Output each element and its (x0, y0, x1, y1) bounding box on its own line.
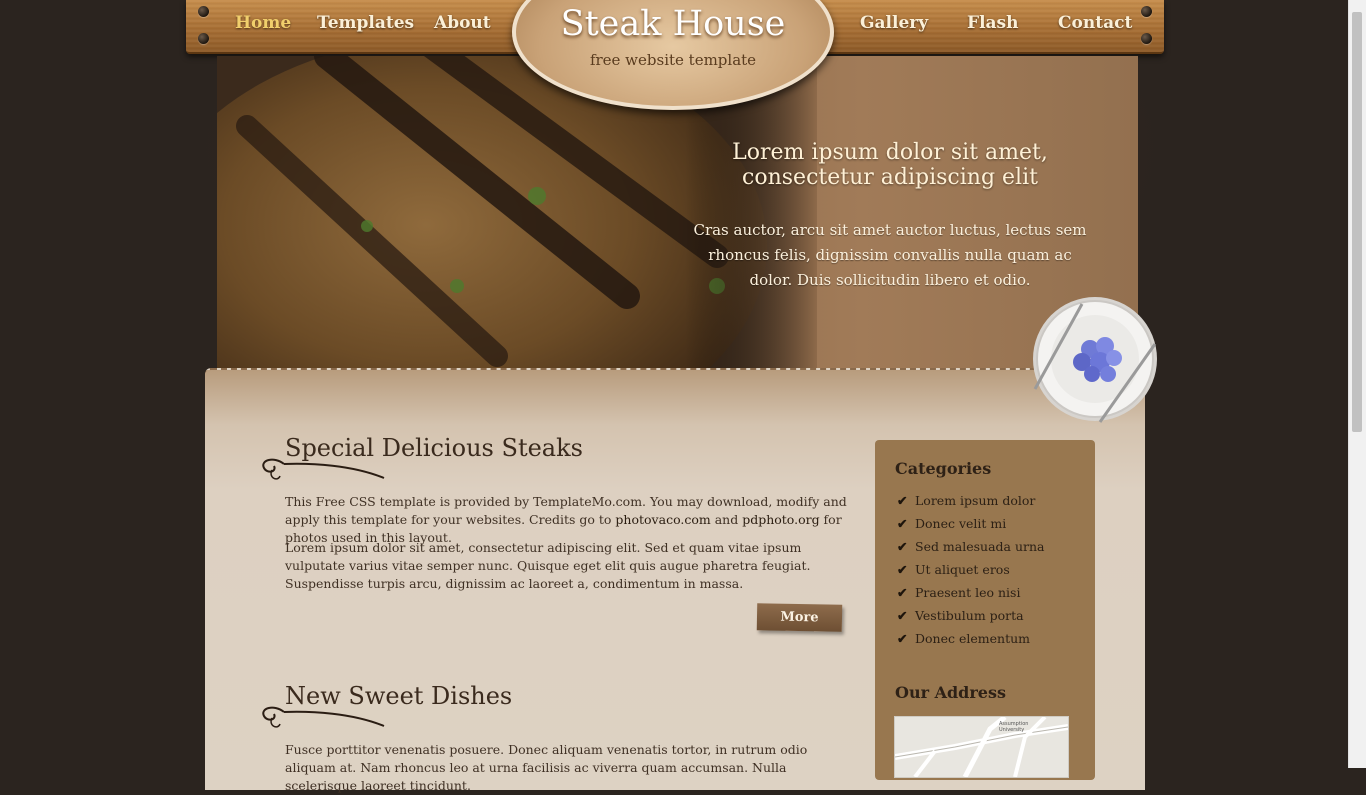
category-item[interactable]: ✔ Vestibulum porta (897, 608, 1024, 623)
check-icon: ✔ (897, 493, 908, 508)
plate-flower-icon (1033, 297, 1157, 423)
bolt-icon (1141, 6, 1152, 17)
banner-text: Cras auctor, arcu sit amet auctor luctus… (693, 221, 1087, 289)
category-label: Praesent leo nisi (915, 585, 1021, 600)
nav-item-gallery[interactable]: Gallery (860, 13, 928, 33)
check-icon: ✔ (897, 585, 908, 600)
section-paragraph: Fusce porttitor venenatis posuere. Donec… (285, 742, 808, 793)
category-label: Ut aliquet eros (915, 562, 1010, 577)
scrollbar-thumb[interactable] (1352, 12, 1362, 432)
category-label: Donec velit mi (915, 516, 1007, 531)
photovaco-link[interactable]: photovaco.com (615, 512, 710, 527)
categories-heading: Categories (895, 459, 992, 478)
section-paragraph: Lorem ipsum dolor sit amet, consectetur … (285, 540, 811, 591)
check-icon: ✔ (897, 562, 908, 577)
category-item[interactable]: ✔ Donec velit mi (897, 516, 1006, 531)
banner-title: Lorem ipsum dolor sit amet, consectetur … (732, 140, 1048, 190)
nav-item-flash[interactable]: Flash (967, 13, 1018, 33)
category-item[interactable]: ✔ Donec elementum (897, 631, 1030, 646)
check-icon: ✔ (897, 608, 908, 623)
bolt-icon (1141, 33, 1152, 44)
map-streets (895, 717, 1068, 777)
site-subtitle: free website template (589, 51, 757, 69)
category-label: Vestibulum porta (915, 608, 1024, 623)
category-item[interactable]: ✔ Sed malesuada urna (897, 539, 1045, 554)
nav-item-contact[interactable]: Contact (1058, 13, 1132, 33)
category-label: Sed malesuada urna (915, 539, 1045, 554)
site-title[interactable]: Steak House (512, 4, 834, 44)
nav-item-home[interactable]: Home (235, 13, 291, 33)
flourish-icon (262, 706, 385, 728)
flourish-icon (262, 458, 385, 480)
category-item[interactable]: ✔ Lorem ipsum dolor (897, 493, 1035, 508)
check-icon: ✔ (897, 516, 908, 531)
category-item[interactable]: ✔ Ut aliquet eros (897, 562, 1010, 577)
bolt-icon (198, 33, 209, 44)
check-icon: ✔ (897, 539, 908, 554)
nav-item-about[interactable]: About (434, 13, 491, 33)
address-heading: Our Address (895, 683, 1006, 702)
pdphoto-link[interactable]: pdphoto.org (742, 512, 819, 527)
more-button[interactable]: More (756, 603, 843, 632)
address-map[interactable]: Assumption University (894, 716, 1069, 778)
nav-item-templates[interactable]: Templates (317, 13, 414, 33)
map-label: Assumption University (999, 721, 1029, 733)
category-label: Lorem ipsum dolor (915, 493, 1036, 508)
paragraph-text: and (710, 512, 743, 527)
check-icon: ✔ (897, 631, 908, 646)
vertical-scrollbar[interactable] (1348, 0, 1366, 768)
category-item[interactable]: ✔ Praesent leo nisi (897, 585, 1020, 600)
category-label: Donec elementum (915, 631, 1030, 646)
bolt-icon (198, 6, 209, 17)
